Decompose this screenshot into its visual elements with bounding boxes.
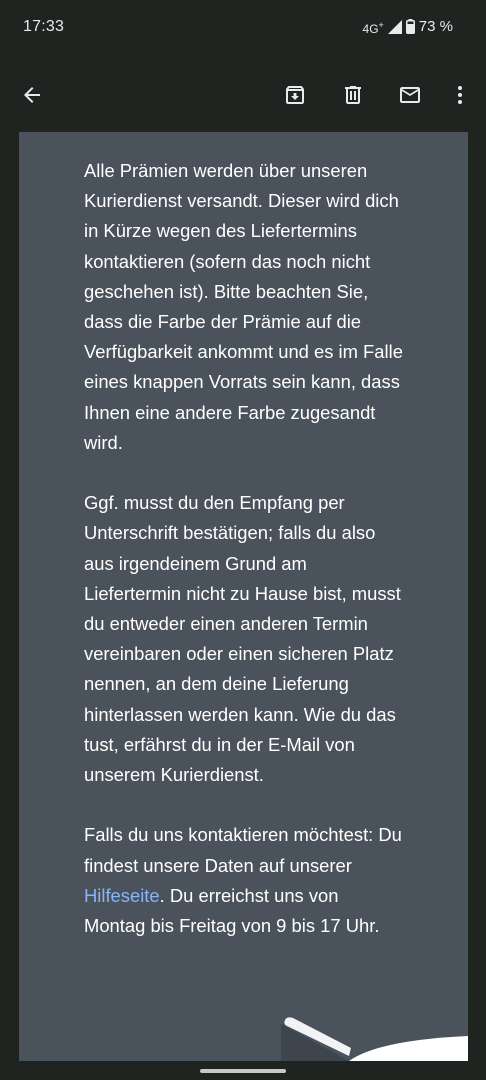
email-paragraph-signature: Ggf. musst du den Empfang per Unterschri… xyxy=(84,492,401,786)
back-arrow-icon xyxy=(20,83,44,107)
signal-icon xyxy=(387,19,402,34)
status-time: 17:33 xyxy=(23,18,65,35)
email-content[interactable]: Alle Prämien werden über unseren Kurierd… xyxy=(19,132,468,1061)
archive-button[interactable] xyxy=(278,78,312,112)
status-bar: 17:33 4G+ 73 % xyxy=(0,0,486,56)
network-label: 4G xyxy=(362,21,379,36)
delete-button[interactable] xyxy=(336,78,370,112)
more-vert-icon xyxy=(448,83,472,107)
network-plus: + xyxy=(378,19,384,30)
mark-unread-button[interactable] xyxy=(393,78,427,112)
email-paragraph-contact: Falls du uns kontaktieren möchtest: Du f… xyxy=(84,820,404,941)
contact-text-start: Falls du uns kontaktieren möchtest: Du f… xyxy=(84,824,402,876)
status-indicators: 4G+ 73 % xyxy=(363,18,453,36)
gesture-handle[interactable] xyxy=(200,1069,286,1073)
email-body: Alle Prämien werden über unseren Kurierd… xyxy=(84,156,404,971)
network-type: 4G+ xyxy=(363,20,384,36)
back-button[interactable] xyxy=(15,78,49,112)
more-options-button[interactable] xyxy=(443,78,477,112)
archive-icon xyxy=(283,83,307,107)
battery-level: 73 % xyxy=(418,18,453,35)
app-bar xyxy=(0,56,486,132)
mail-icon xyxy=(397,83,423,107)
email-paragraph-shipping: Alle Prämien werden über unseren Kurierd… xyxy=(84,160,403,453)
delete-icon xyxy=(341,83,365,107)
help-page-link[interactable]: Hilfeseite xyxy=(84,885,160,906)
battery-icon xyxy=(405,19,415,34)
